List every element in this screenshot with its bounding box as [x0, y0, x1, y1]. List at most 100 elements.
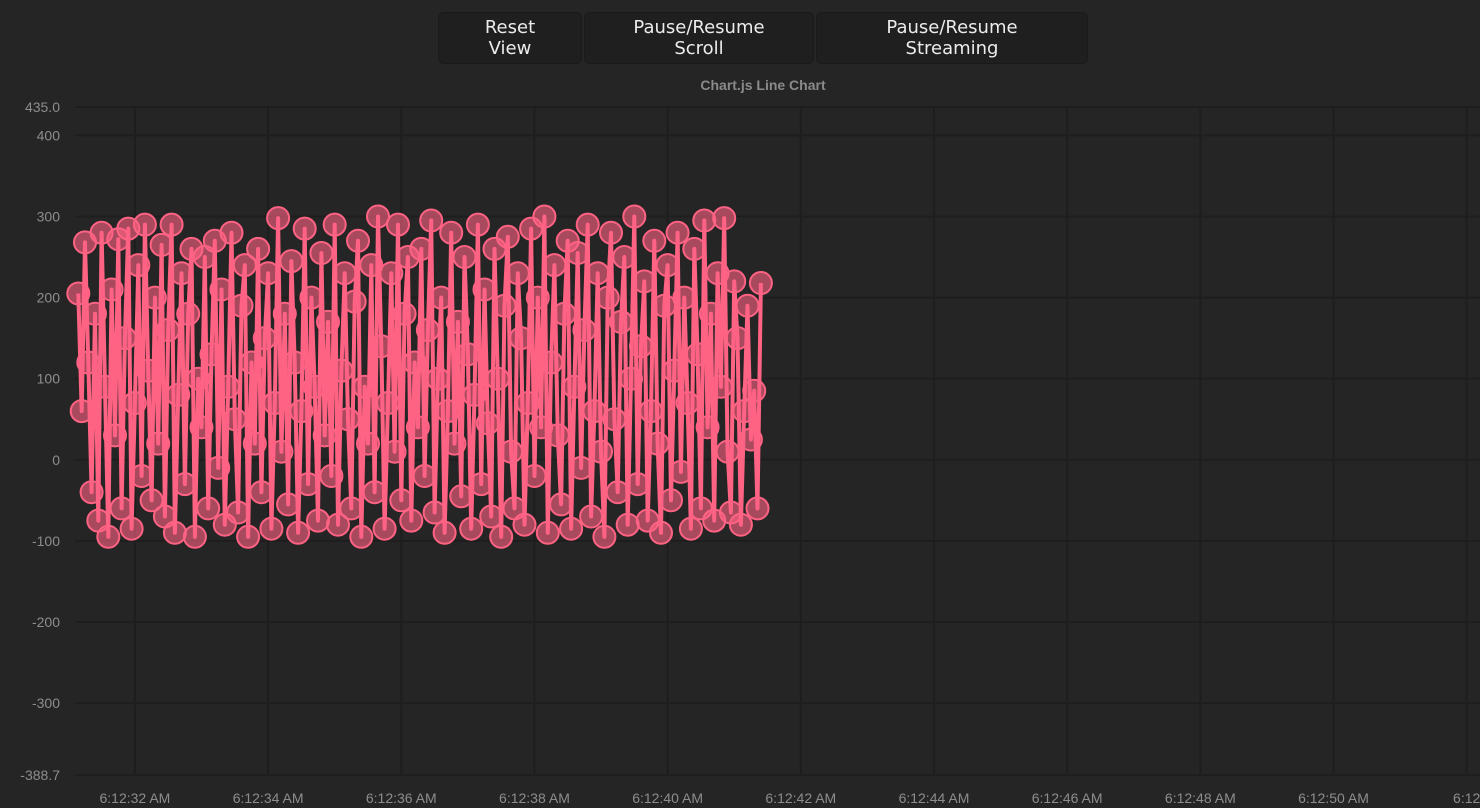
data-point[interactable]	[585, 261, 610, 286]
data-point[interactable]	[266, 206, 291, 231]
data-point[interactable]	[386, 212, 410, 237]
data-point[interactable]	[96, 524, 121, 549]
data-point[interactable]	[279, 249, 304, 274]
data-point[interactable]	[559, 516, 584, 541]
data-point[interactable]	[332, 261, 357, 286]
data-point[interactable]	[76, 350, 101, 375]
data-point[interactable]	[725, 326, 750, 351]
data-point[interactable]	[675, 391, 700, 415]
data-point[interactable]	[655, 253, 680, 278]
data-point[interactable]	[369, 334, 394, 359]
data-point[interactable]	[322, 212, 347, 237]
data-point[interactable]	[286, 520, 311, 545]
data-point[interactable]	[93, 374, 117, 399]
data-point[interactable]	[236, 524, 261, 549]
data-point[interactable]	[362, 480, 387, 505]
data-point[interactable]	[176, 301, 201, 326]
data-point[interactable]	[515, 391, 540, 415]
data-point[interactable]	[239, 350, 264, 375]
data-point[interactable]	[509, 326, 534, 351]
data-point[interactable]	[429, 285, 454, 310]
data-point[interactable]	[639, 399, 663, 424]
data-point[interactable]	[425, 366, 450, 391]
data-point[interactable]	[485, 366, 510, 391]
data-point[interactable]	[222, 407, 247, 432]
data-point[interactable]	[182, 524, 207, 549]
data-point[interactable]	[602, 407, 627, 432]
data-point[interactable]	[412, 464, 437, 488]
data-point[interactable]	[542, 253, 567, 278]
data-point[interactable]	[346, 228, 370, 253]
data-point[interactable]	[665, 220, 690, 245]
data-point[interactable]	[146, 431, 171, 456]
data-point[interactable]	[525, 285, 550, 310]
data-point[interactable]	[612, 245, 637, 269]
data-point[interactable]	[678, 516, 703, 541]
data-point[interactable]	[532, 204, 557, 229]
data-point[interactable]	[748, 271, 773, 295]
data-point[interactable]	[402, 350, 427, 375]
data-point[interactable]	[379, 261, 404, 286]
data-point[interactable]	[259, 516, 284, 541]
data-point[interactable]	[156, 318, 181, 342]
data-point[interactable]	[512, 512, 537, 537]
data-point[interactable]	[296, 472, 321, 497]
data-point[interactable]	[282, 350, 307, 375]
data-point[interactable]	[562, 374, 587, 399]
data-point[interactable]	[722, 269, 747, 294]
data-point[interactable]	[382, 439, 407, 464]
data-point[interactable]	[625, 472, 650, 497]
data-point[interactable]	[336, 407, 360, 432]
data-point[interactable]	[342, 289, 367, 314]
data-point[interactable]	[99, 277, 124, 302]
data-point[interactable]	[435, 399, 460, 424]
data-point[interactable]	[119, 516, 144, 541]
data-point[interactable]	[505, 261, 530, 286]
data-point[interactable]	[685, 342, 710, 367]
data-point[interactable]	[419, 208, 444, 233]
data-point[interactable]	[149, 232, 174, 257]
data-point[interactable]	[302, 374, 327, 399]
data-point[interactable]	[605, 480, 630, 505]
data-point[interactable]	[226, 500, 251, 525]
data-point[interactable]	[668, 459, 693, 484]
data-point[interactable]	[479, 504, 504, 529]
data-point[interactable]	[162, 520, 187, 545]
data-point[interactable]	[422, 500, 447, 525]
data-point[interactable]	[356, 431, 380, 456]
data-point[interactable]	[728, 512, 753, 537]
data-point[interactable]	[132, 212, 157, 237]
data-point[interactable]	[392, 301, 417, 326]
data-point[interactable]	[399, 508, 424, 533]
data-point[interactable]	[622, 204, 647, 229]
data-point[interactable]	[159, 212, 184, 237]
data-point[interactable]	[256, 261, 281, 286]
data-point[interactable]	[292, 216, 317, 241]
data-point[interactable]	[349, 524, 374, 549]
data-point[interactable]	[439, 220, 464, 245]
data-point[interactable]	[732, 399, 757, 424]
data-point[interactable]	[462, 382, 487, 407]
data-point[interactable]	[109, 496, 134, 521]
data-point[interactable]	[196, 496, 221, 521]
data-point[interactable]	[552, 301, 577, 326]
data-point[interactable]	[166, 382, 191, 407]
data-point[interactable]	[309, 241, 334, 265]
data-point[interactable]	[572, 318, 597, 342]
data-point[interactable]	[569, 455, 594, 480]
data-point[interactable]	[659, 488, 683, 513]
data-point[interactable]	[186, 366, 211, 391]
data-point[interactable]	[372, 516, 397, 541]
data-point[interactable]	[565, 241, 590, 265]
data-point[interactable]	[708, 374, 733, 399]
data-point[interactable]	[592, 524, 617, 549]
data-point[interactable]	[272, 301, 297, 326]
data-point[interactable]	[475, 411, 500, 436]
data-point[interactable]	[316, 309, 340, 334]
data-point[interactable]	[249, 480, 274, 505]
data-point[interactable]	[103, 423, 127, 448]
data-point[interactable]	[276, 492, 301, 517]
data-point[interactable]	[359, 253, 384, 278]
data-point[interactable]	[246, 236, 271, 261]
data-point[interactable]	[472, 277, 497, 302]
